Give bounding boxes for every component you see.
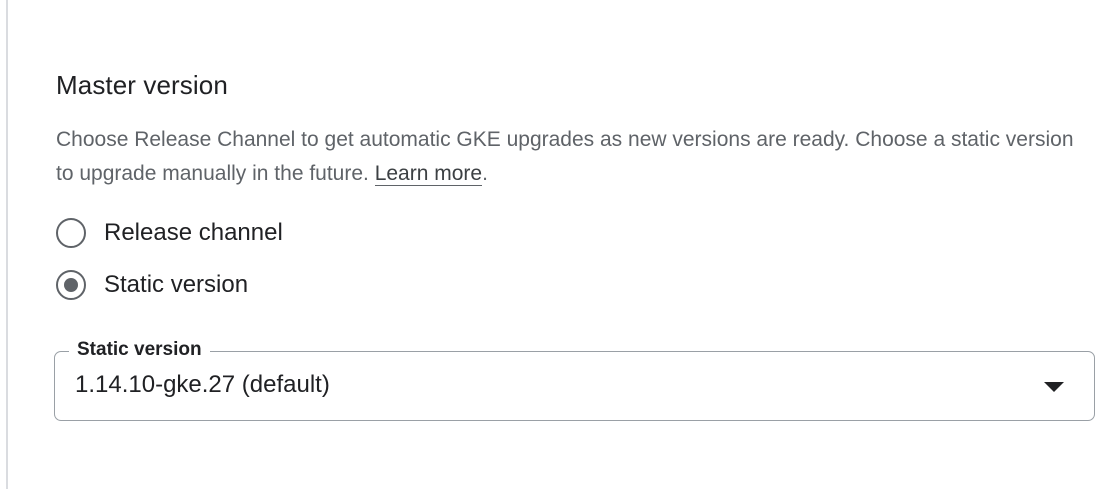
release-channel-radio[interactable] [56, 218, 86, 248]
section-description: Choose Release Channel to get automatic … [56, 123, 1086, 191]
description-text: Choose Release Channel to get automatic … [56, 128, 1074, 185]
release-channel-option[interactable]: Release channel [56, 218, 283, 248]
static-version-select[interactable]: Static version 1.14.10-gke.27 (default) [54, 337, 1095, 421]
section-title: Master version [56, 70, 228, 100]
static-version-select-label: Static version [69, 337, 210, 363]
arrow-drop-down-icon[interactable] [1044, 382, 1064, 392]
master-version-panel: Master version Choose Release Channel to… [0, 0, 1100, 489]
radio-selected-dot [64, 278, 78, 292]
release-channel-label[interactable]: Release channel [104, 219, 283, 247]
description-period: . [482, 162, 488, 185]
static-version-radio[interactable] [56, 270, 86, 300]
static-version-option[interactable]: Static version [56, 270, 248, 300]
static-version-label[interactable]: Static version [104, 271, 248, 299]
static-version-select-value[interactable]: 1.14.10-gke.27 (default) [75, 371, 330, 399]
learn-more-link[interactable]: Learn more [374, 162, 483, 186]
panel-divider [6, 0, 8, 489]
